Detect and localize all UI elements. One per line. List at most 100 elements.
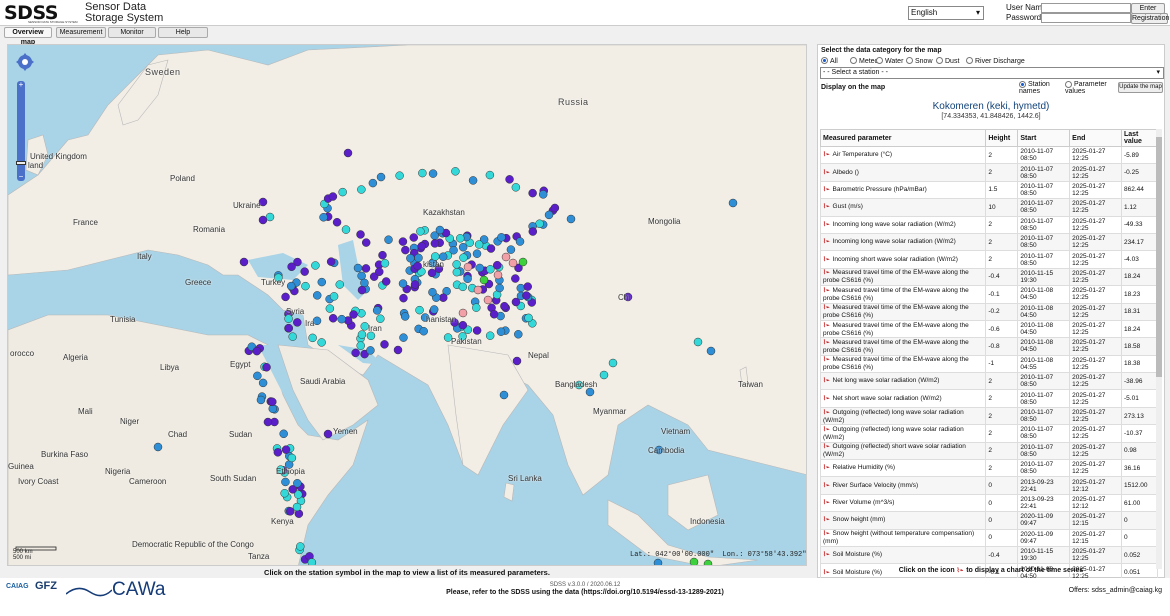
station-marker[interactable] [406, 253, 415, 263]
language-select[interactable]: English ▾ [908, 6, 984, 20]
tab-monitor[interactable]: Monitor [108, 27, 156, 38]
station-marker[interactable] [538, 190, 548, 199]
station-marker[interactable] [307, 558, 317, 566]
station-marker[interactable] [381, 277, 391, 286]
station-marker[interactable] [301, 281, 310, 291]
station-marker[interactable] [430, 239, 440, 248]
station-marker[interactable] [239, 257, 249, 267]
station-marker[interactable] [493, 270, 503, 280]
station-marker[interactable] [473, 285, 483, 295]
station-marker[interactable] [505, 175, 514, 184]
table-row[interactable]: ⌇⌁ Albedo () 2 2010-11-07 08:50 2025-01-27 1… [819, 163, 1158, 182]
station-marker[interactable] [293, 479, 302, 488]
station-marker[interactable] [296, 542, 305, 551]
table-row[interactable]: ⌇⌁ Measured travel time of the EM-wave al… [819, 267, 1158, 287]
chart-icon[interactable]: ⌇⌁ [823, 340, 830, 346]
station-marker[interactable] [287, 453, 297, 463]
table-row[interactable]: ⌇⌁ Measured travel time of the EM-wave al… [819, 319, 1158, 339]
zoom-out-icon[interactable]: − [17, 173, 25, 181]
station-marker[interactable] [300, 267, 309, 276]
station-marker[interactable] [268, 397, 277, 407]
station-marker[interactable] [286, 281, 296, 291]
station-marker[interactable] [326, 257, 336, 266]
station-marker[interactable] [512, 356, 522, 366]
station-marker[interactable] [435, 225, 445, 235]
tab-measurement[interactable]: Measurement [56, 27, 106, 38]
chart-icon[interactable]: ⌇⌁ [823, 444, 830, 450]
table-row[interactable]: ⌇⌁ Outgoing (reflected) long wave solar r… [819, 424, 1158, 443]
station-marker[interactable] [459, 253, 468, 262]
station-marker[interactable] [319, 213, 328, 222]
station-marker[interactable] [393, 345, 403, 355]
station-marker[interactable] [418, 168, 427, 178]
chart-icon[interactable]: ⌇⌁ [823, 288, 830, 294]
chart-icon[interactable]: ⌇⌁ [823, 427, 830, 433]
station-marker[interactable] [252, 346, 262, 356]
table-scrollbar[interactable] [1156, 129, 1162, 569]
station-marker[interactable] [511, 297, 521, 307]
station-marker[interactable] [380, 259, 390, 268]
station-marker[interactable] [337, 314, 346, 324]
station-marker[interactable] [472, 249, 482, 258]
station-marker[interactable] [399, 333, 408, 342]
station-marker[interactable] [287, 262, 296, 272]
station-marker[interactable] [273, 448, 283, 457]
station-select[interactable]: - - Select a station - - ▾ [820, 67, 1164, 79]
station-marker[interactable] [474, 240, 484, 249]
station-marker[interactable] [325, 304, 335, 313]
station-marker[interactable] [495, 283, 504, 293]
station-marker[interactable] [312, 291, 322, 300]
station-marker[interactable] [376, 172, 386, 182]
station-marker[interactable] [452, 260, 461, 269]
station-marker[interactable] [380, 340, 389, 349]
station-marker[interactable] [280, 489, 289, 498]
station-marker[interactable] [400, 312, 410, 321]
station-marker[interactable] [451, 167, 460, 176]
station-marker[interactable] [689, 557, 699, 566]
station-marker[interactable] [360, 278, 369, 288]
table-row[interactable]: ⌇⌁ River Surface Velocity (mm/s) 0 2013-09-… [819, 476, 1158, 495]
station-marker[interactable] [332, 217, 342, 227]
station-marker[interactable] [343, 148, 353, 158]
station-marker[interactable] [281, 445, 291, 454]
station-marker[interactable] [522, 291, 531, 300]
station-marker[interactable] [608, 358, 618, 368]
station-marker[interactable] [475, 263, 484, 273]
chart-icon[interactable]: ⌇⌁ [823, 187, 830, 193]
table-row[interactable]: ⌇⌁ Relative Humidity (%) 2 2010-11-07 08:50… [819, 459, 1158, 478]
tab-overview-map[interactable]: Overview map [4, 27, 52, 46]
table-row[interactable]: ⌇⌁ Measured travel time of the EM-wave al… [819, 354, 1158, 374]
chart-icon[interactable]: ⌇⌁ [823, 483, 830, 489]
station-marker[interactable] [361, 238, 371, 247]
station-marker[interactable] [528, 227, 538, 236]
station-marker[interactable] [281, 292, 290, 302]
station-marker[interactable] [409, 233, 419, 242]
station-marker[interactable] [323, 429, 333, 439]
station-marker[interactable] [429, 305, 439, 314]
station-marker[interactable] [439, 293, 448, 302]
table-row[interactable]: ⌇⌁ Incoming long wave solar radiation (W/… [819, 215, 1158, 234]
station-marker[interactable] [317, 338, 326, 347]
station-marker[interactable] [693, 337, 703, 347]
station-marker[interactable] [458, 282, 468, 292]
chart-icon[interactable]: ⌇⌁ [823, 500, 830, 506]
username-field[interactable] [1041, 3, 1131, 13]
chart-icon[interactable]: ⌇⌁ [823, 323, 830, 329]
station-marker[interactable] [458, 242, 468, 252]
radio-station-names[interactable]: Station names [1019, 81, 1059, 95]
chart-icon[interactable]: ⌇⌁ [823, 378, 830, 384]
chart-icon[interactable]: ⌇⌁ [823, 305, 830, 311]
station-marker[interactable] [499, 390, 509, 400]
station-marker[interactable] [376, 314, 385, 323]
station-marker[interactable] [550, 203, 560, 213]
chart-icon[interactable]: ⌇⌁ [823, 552, 830, 558]
station-marker[interactable] [472, 326, 482, 335]
station-marker[interactable] [485, 170, 495, 180]
station-marker[interactable] [468, 176, 478, 185]
station-marker[interactable] [518, 257, 528, 267]
station-marker[interactable] [417, 241, 426, 251]
table-row[interactable]: ⌇⌁ Net short wave solar radiation (W/m2) 2… [819, 389, 1158, 408]
station-marker[interactable] [353, 263, 363, 273]
table-row[interactable]: ⌇⌁ Outgoing (reflected) short wave solar … [819, 441, 1158, 461]
station-marker[interactable] [524, 313, 533, 323]
